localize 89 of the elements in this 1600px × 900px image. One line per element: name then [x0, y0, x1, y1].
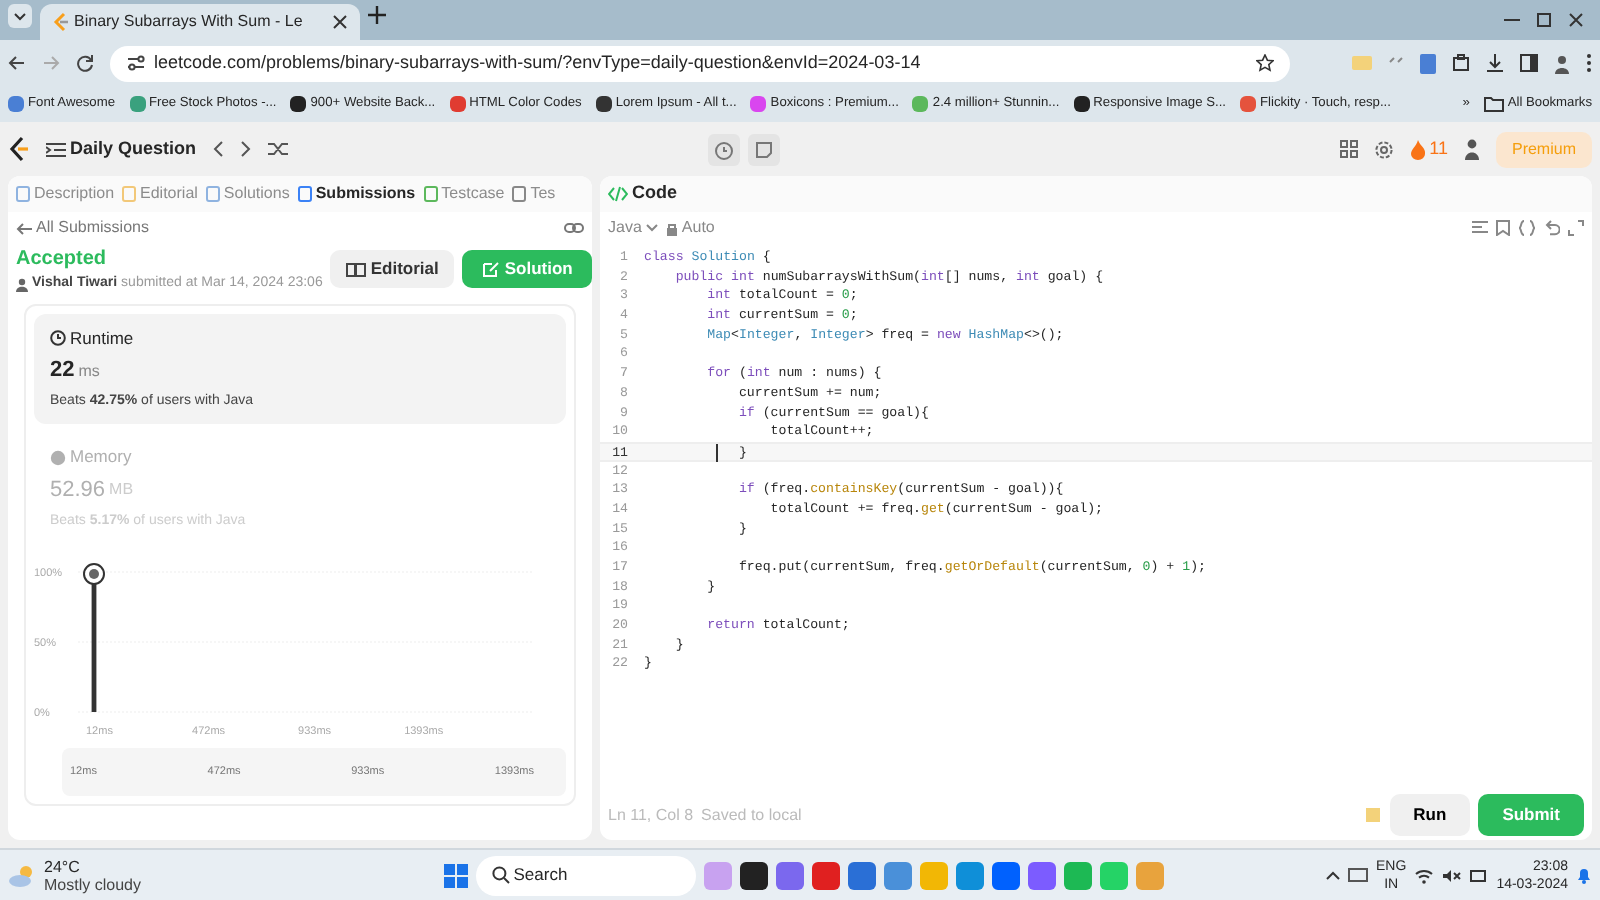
extension-icon[interactable]: [1420, 53, 1436, 73]
wifi-icon[interactable]: [1414, 867, 1435, 883]
site-settings-icon[interactable]: [126, 54, 146, 72]
problem-list-button[interactable]: Daily Question: [46, 135, 197, 163]
shuffle-icon[interactable]: [268, 140, 289, 158]
maximize-icon[interactable]: [1536, 12, 1552, 28]
close-icon[interactable]: [1568, 12, 1584, 28]
save-status: Saved to local: [701, 803, 802, 828]
chevron-left-icon[interactable]: [212, 140, 225, 158]
tab-icon: [512, 186, 527, 202]
chevron-right-icon[interactable]: [240, 140, 253, 158]
chart-bar: [91, 583, 97, 712]
clock-icon: [50, 329, 66, 346]
side-panel-icon[interactable]: [1520, 54, 1538, 72]
tab-icon: [122, 186, 137, 202]
search-icon: [491, 866, 510, 884]
leetcode-logo-icon: [52, 12, 70, 32]
bookmark-favicon-icon: [1240, 95, 1256, 112]
expand-icon[interactable]: [1568, 220, 1584, 236]
panel-tab[interactable]: Submissions: [297, 182, 416, 206]
back-link[interactable]: All Submissions: [16, 216, 149, 240]
tab-icon: [297, 186, 312, 202]
metric-value: 52.96: [50, 476, 106, 506]
taskbar-search[interactable]: Search: [475, 855, 696, 895]
user-marker-icon: [83, 563, 105, 585]
download-icon[interactable]: [1486, 54, 1504, 72]
bookmark-favicon-icon: [1073, 95, 1090, 112]
panel-title: Code: [632, 180, 677, 207]
code-icon: [608, 186, 628, 202]
edit-icon: [482, 260, 501, 279]
settings-icon[interactable]: [1373, 139, 1394, 159]
bookmark-favicon-icon: [129, 95, 145, 112]
submission-status: Accepted: [16, 246, 109, 274]
cursor-position: Ln 11, Col 8: [608, 803, 694, 828]
arrow-left-icon: [16, 221, 32, 235]
leetcode-logo-icon[interactable]: [8, 136, 30, 162]
metric-title: Memory: [70, 444, 132, 470]
weather-icon: [8, 863, 36, 887]
note-icon[interactable]: [747, 133, 780, 165]
lock-icon: [665, 221, 678, 235]
address-bar[interactable]: leetcode.com/problems/binary-subarrays-with-sum/?envType=daily-question&envId=2024-03-14: [110, 45, 1290, 81]
windows-logo-icon[interactable]: [443, 863, 468, 887]
bookmark-icon[interactable]: [1496, 220, 1510, 236]
new-tab-icon[interactable]: [368, 6, 386, 24]
book-icon: [346, 261, 367, 278]
bookmark-favicon-icon: [290, 95, 307, 112]
auto-mode-button[interactable]: Auto: [665, 216, 715, 240]
language-dropdown[interactable]: Java: [608, 216, 658, 240]
back-icon[interactable]: [8, 54, 26, 72]
forward-icon: [42, 54, 60, 72]
star-icon[interactable]: [1256, 54, 1274, 72]
folder-icon: [1483, 95, 1504, 112]
bookmark-favicon-icon: [449, 95, 466, 112]
alarm-icon[interactable]: [707, 133, 740, 165]
app-icon[interactable]: [739, 861, 768, 889]
speaker-muted-icon[interactable]: [1442, 867, 1463, 883]
metric-value: 22: [50, 356, 75, 387]
bookmark-favicon-icon: [595, 95, 612, 112]
metric-unit: ms: [78, 359, 100, 383]
weather-status[interactable]: Mostly cloudy: [44, 875, 141, 893]
chevron-down-icon: [645, 224, 658, 232]
run-button[interactable]: Run: [1389, 794, 1471, 836]
editorial-button[interactable]: Editorial: [330, 250, 455, 289]
text-cursor: [715, 443, 718, 462]
bookmark-favicon-icon: [8, 95, 24, 112]
user-avatar-icon: [16, 277, 28, 292]
layout-icon[interactable]: [1339, 140, 1358, 158]
metric-title: Runtime: [70, 325, 134, 351]
link-icon[interactable]: [564, 220, 584, 236]
menu-icon[interactable]: [1586, 54, 1592, 72]
dropdown-icon[interactable]: [8, 4, 32, 28]
avatar-icon[interactable]: [1463, 138, 1480, 160]
notification-bell-icon[interactable]: [1576, 866, 1592, 884]
browser-tab[interactable]: Binary Subarrays With Sum - Le: [40, 4, 360, 40]
list-icon: [46, 141, 66, 157]
chevron-up-icon[interactable]: [1326, 870, 1341, 880]
flame-icon: [1409, 139, 1426, 159]
tab-icon: [423, 186, 438, 202]
bookmark-favicon-icon: [912, 95, 929, 112]
temperature[interactable]: 24°C: [44, 857, 141, 875]
undo-icon[interactable]: [1544, 220, 1560, 236]
tab-icon: [16, 186, 30, 202]
tab-icon: [205, 186, 220, 202]
close-icon[interactable]: [332, 14, 348, 30]
braces-icon[interactable]: [1518, 220, 1536, 236]
format-icon[interactable]: [1472, 220, 1488, 236]
bookmark-favicon-icon: [750, 95, 767, 112]
profile-icon[interactable]: [1554, 53, 1570, 73]
reload-icon[interactable]: [76, 54, 94, 72]
